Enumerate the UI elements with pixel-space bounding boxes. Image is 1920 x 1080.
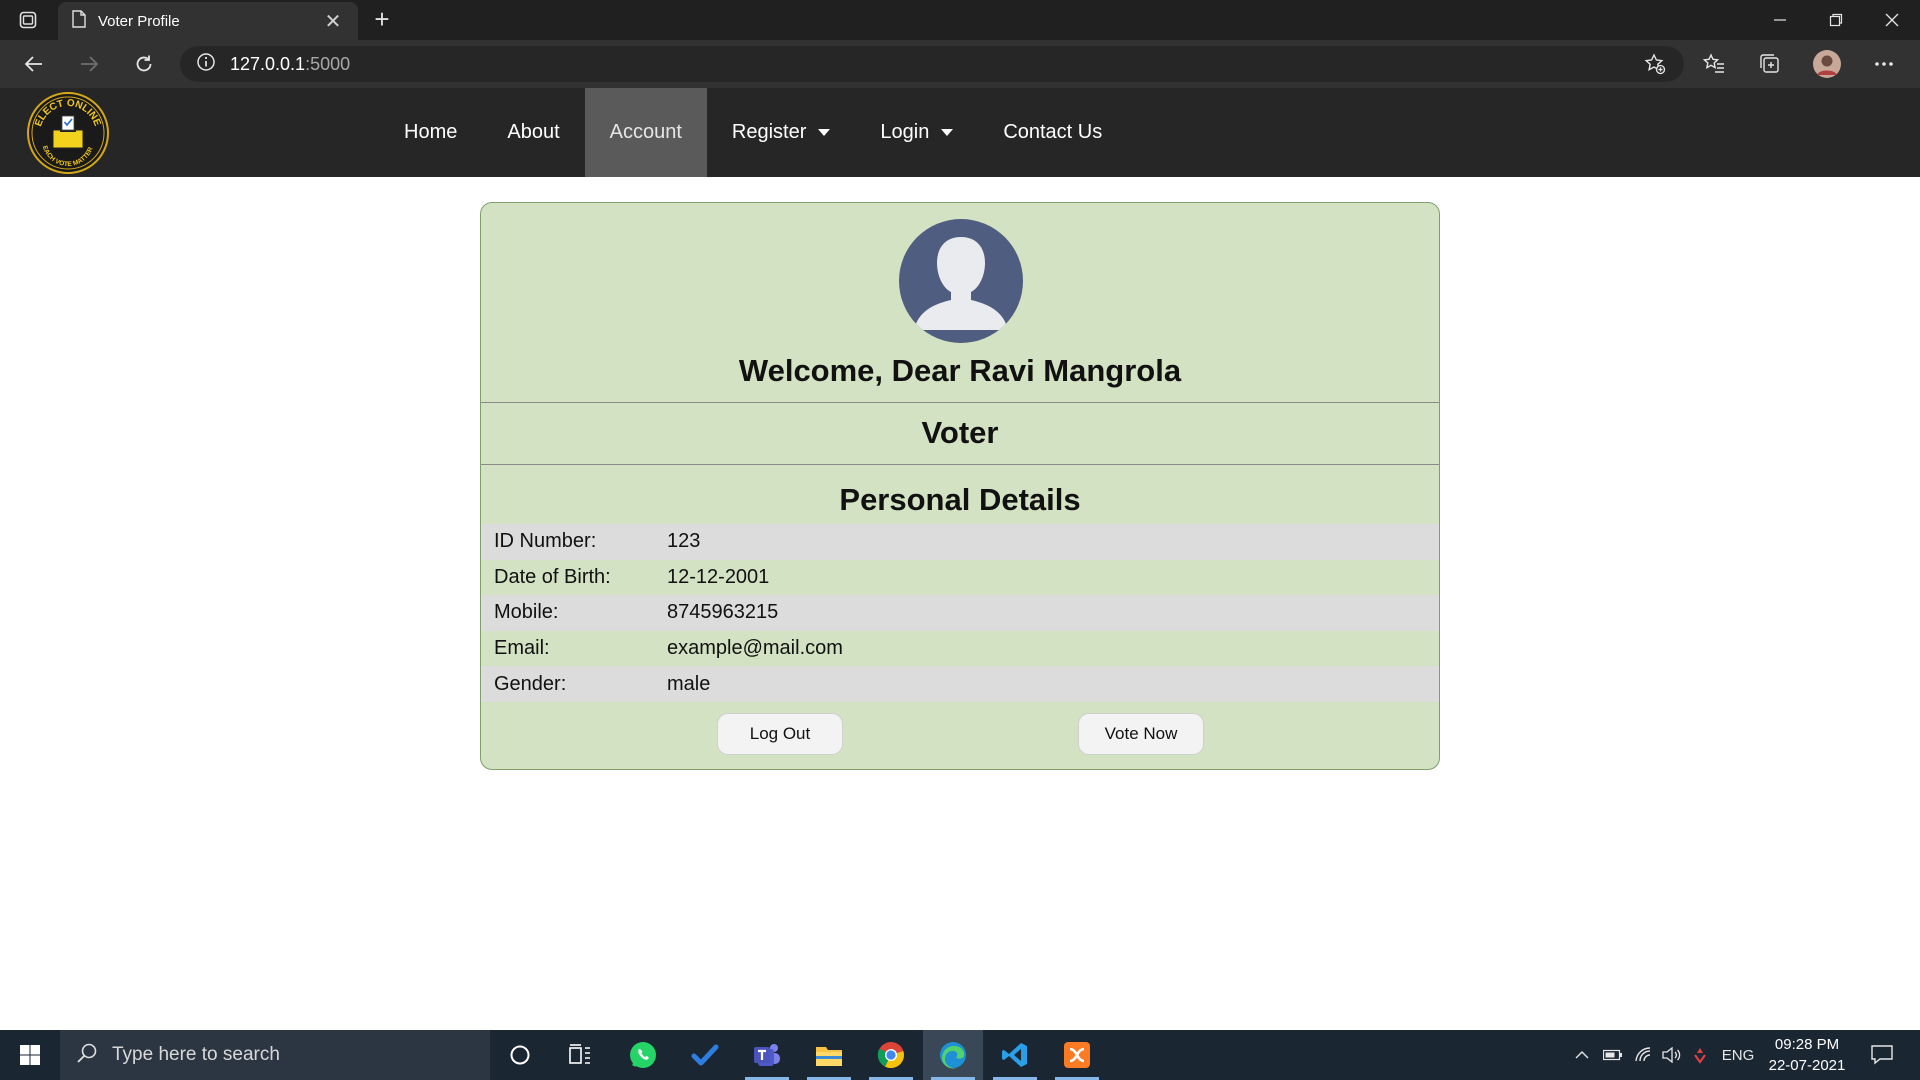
profile-card: Welcome, Dear Ravi Mangrola Voter Person… (480, 202, 1440, 770)
volume-icon[interactable] (1658, 1030, 1686, 1080)
url-port: :5000 (305, 53, 351, 74)
detail-label: Date of Birth: (494, 565, 611, 588)
detail-value: 8745963215 (667, 601, 779, 624)
nav-login-dropdown[interactable]: Login (855, 88, 978, 177)
tab-actions-icon[interactable] (16, 8, 40, 32)
restore-icon[interactable] (1808, 0, 1864, 40)
info-icon[interactable] (196, 52, 216, 77)
detail-label: ID Number: (494, 530, 597, 553)
language-indicator[interactable]: ENG (1718, 1030, 1758, 1080)
wifi-icon[interactable] (1630, 1030, 1658, 1080)
close-window-icon[interactable] (1864, 0, 1920, 40)
caret-down-icon (941, 129, 954, 136)
windows-taskbar: Type here to search ENG 09:28 PM 22-07-2… (0, 1030, 1920, 1080)
detail-value: male (667, 672, 711, 695)
nav-about[interactable]: About (482, 88, 584, 177)
file-explorer-icon[interactable] (799, 1030, 859, 1080)
notification-center-icon[interactable] (1862, 1030, 1902, 1080)
detail-value: 123 (667, 530, 701, 553)
detail-row-dob: Date of Birth: 12-12-2001 (481, 560, 1439, 596)
nav-links: Home About Account Register Login Contac… (379, 88, 1127, 177)
detail-row-id: ID Number: 123 (481, 524, 1439, 560)
refresh-icon[interactable] (126, 48, 162, 80)
nav-contact[interactable]: Contact Us (978, 88, 1127, 177)
detail-label: Gender: (494, 672, 567, 695)
detail-label: Mobile: (494, 601, 559, 624)
elect-online-logo[interactable]: ELECT ONLINE EACH VOTE MATTER (26, 92, 110, 174)
logout-button[interactable]: Log Out (717, 713, 843, 755)
cortana-icon[interactable] (490, 1030, 550, 1080)
vote-now-button[interactable]: Vote Now (1078, 713, 1204, 755)
whatsapp-icon[interactable] (613, 1030, 673, 1080)
personal-details-heading: Personal Details (839, 482, 1081, 517)
divider (481, 464, 1439, 465)
teams-icon[interactable] (737, 1030, 797, 1080)
forward-icon[interactable] (71, 48, 107, 80)
site-navbar: ELECT ONLINE EACH VOTE MATTER Home About… (0, 88, 1920, 177)
detail-row-gender: Gender: male (481, 666, 1439, 702)
minimize-icon[interactable] (1752, 0, 1808, 40)
search-placeholder: Type here to search (112, 1044, 280, 1065)
xampp-icon[interactable] (1047, 1030, 1107, 1080)
clock-time: 09:28 PM (1774, 1036, 1840, 1053)
detail-row-email: Email: example@mail.com (481, 631, 1439, 667)
divider (481, 402, 1439, 403)
battery-icon[interactable] (1599, 1030, 1627, 1080)
edge-icon[interactable] (923, 1030, 983, 1080)
browser-tab[interactable]: Voter Profile ✕ (58, 2, 358, 40)
nav-contact-label: Contact Us (1003, 121, 1103, 143)
detail-row-mobile: Mobile: 8745963215 (481, 595, 1439, 631)
detail-value: 12-12-2001 (667, 565, 770, 588)
clock-date: 22-07-2021 (1768, 1057, 1846, 1074)
profile-avatar[interactable] (1809, 48, 1845, 80)
nav-account[interactable]: Account (584, 88, 707, 177)
more-options-icon[interactable] (1866, 48, 1902, 80)
user-avatar-icon (899, 219, 1023, 343)
search-icon (76, 1042, 98, 1069)
nav-about-label: About (507, 121, 560, 143)
window-controls (1752, 0, 1920, 40)
tab-title: Voter Profile (98, 12, 180, 30)
system-clock[interactable]: 09:28 PM 22-07-2021 (1762, 1034, 1852, 1076)
nav-register-dropdown[interactable]: Register (707, 88, 855, 177)
detail-value: example@mail.com (667, 637, 843, 660)
back-icon[interactable] (16, 48, 52, 80)
nav-home[interactable]: Home (379, 88, 482, 177)
browser-tabbar: Voter Profile ✕ + (0, 0, 1920, 40)
new-tab-button[interactable]: + (366, 4, 398, 36)
welcome-heading: Welcome, Dear Ravi Mangrola (738, 353, 1182, 388)
collections-icon[interactable] (1752, 48, 1788, 80)
browser-toolbar: 127.0.0.1:5000 (0, 40, 1920, 88)
nav-register-label: Register (731, 121, 807, 143)
role-heading: Voter (921, 415, 999, 450)
detail-label: Email: (494, 637, 550, 660)
vscode-icon[interactable] (985, 1030, 1045, 1080)
page-icon (72, 9, 86, 33)
chrome-icon[interactable] (861, 1030, 921, 1080)
nav-home-label: Home (404, 121, 458, 143)
taskbar-search-box[interactable]: Type here to search (60, 1030, 490, 1080)
network-alert-icon[interactable] (1686, 1030, 1714, 1080)
close-tab-icon[interactable]: ✕ (322, 9, 344, 34)
url-host: 127.0.0.1 (230, 53, 306, 74)
address-bar[interactable]: 127.0.0.1:5000 (180, 46, 1684, 82)
favorites-icon[interactable] (1696, 48, 1732, 80)
windows-start-icon[interactable] (0, 1030, 60, 1080)
nav-account-label: Account (609, 121, 682, 143)
task-view-icon[interactable] (550, 1030, 610, 1080)
nav-login-label: Login (880, 121, 930, 143)
caret-down-icon (818, 129, 831, 136)
add-favorite-icon[interactable] (1637, 48, 1673, 80)
show-hidden-icons-chevron-up-icon[interactable] (1570, 1030, 1594, 1080)
todo-icon[interactable] (675, 1030, 735, 1080)
personal-details-table: ID Number: 123 Date of Birth: 12-12-2001… (481, 524, 1439, 702)
